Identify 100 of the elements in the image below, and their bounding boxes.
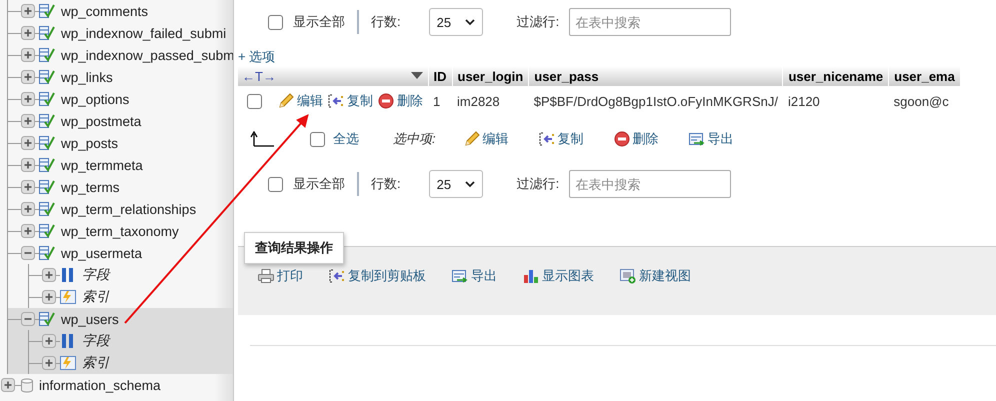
copy-link[interactable]: 复制: [538, 130, 584, 148]
checkbox[interactable]: [247, 94, 262, 108]
table-icon: [39, 311, 55, 327]
table-cell: 1: [428, 86, 452, 116]
table-name[interactable]: wp_postmeta: [61, 114, 142, 128]
table-name[interactable]: wp_comments: [61, 4, 148, 18]
expand-icon[interactable]: [21, 70, 35, 84]
expand-icon[interactable]: [21, 92, 35, 106]
copy-icon: [328, 93, 344, 109]
column-header[interactable]: ID: [428, 66, 452, 86]
export-link[interactable]: 导出: [688, 130, 734, 148]
tree-node[interactable]: wp_indexnow_failed_submi: [8, 22, 233, 44]
filter-label: 过滤行:: [516, 175, 560, 193]
delete-link[interactable]: 删除: [378, 92, 423, 110]
column-header[interactable]: user_pass: [528, 66, 783, 86]
table-name[interactable]: wp_term_taxonomy: [61, 224, 179, 238]
expand-icon[interactable]: [21, 26, 35, 40]
table-name[interactable]: wp_posts: [61, 136, 118, 150]
table-icon: [39, 223, 55, 239]
corner-arrow-icon: [250, 131, 274, 147]
options-link[interactable]: + 选项: [238, 48, 276, 64]
sort-icon[interactable]: [410, 72, 422, 80]
caret-icon: [464, 180, 475, 188]
tree-node[interactable]: wp_options: [8, 88, 233, 110]
table-icon: [39, 91, 55, 107]
table-name[interactable]: wp_term_relationships: [61, 202, 196, 216]
copy-icon: [329, 268, 345, 284]
expand-icon[interactable]: [21, 224, 35, 238]
delete-icon: [378, 93, 394, 109]
copy-link[interactable]: 复制到剪贴板: [329, 267, 426, 285]
export-icon: [452, 268, 468, 284]
expand-icon[interactable]: [42, 356, 56, 370]
new-view-icon: [620, 268, 636, 284]
tree-node[interactable]: wp_terms: [8, 176, 233, 198]
rows-select[interactable]: 25: [428, 8, 483, 36]
table-name[interactable]: wp_usermeta: [61, 246, 142, 260]
column-header[interactable]: user_nicename: [782, 66, 889, 86]
tree-item-label[interactable]: 字段: [82, 332, 110, 350]
search-field[interactable]: 在表中搜索: [569, 8, 732, 36]
expand-icon[interactable]: [21, 48, 35, 62]
tree-node[interactable]: wp_termmeta: [8, 154, 233, 176]
expand-icon[interactable]: [21, 180, 35, 194]
tree-item-label[interactable]: 索引: [82, 354, 110, 372]
bar-chart-icon: [523, 268, 539, 284]
select-all-label[interactable]: 全选: [333, 130, 359, 148]
view-link[interactable]: 新建视图: [620, 267, 691, 285]
expand-icon[interactable]: [21, 4, 35, 18]
tree-node[interactable]: wp_comments: [8, 0, 233, 22]
expand-icon[interactable]: [21, 158, 35, 172]
table-icon: [39, 201, 55, 217]
table-name[interactable]: wp_terms: [61, 180, 120, 194]
columns-icon: [60, 333, 76, 349]
columns-icon: [60, 267, 76, 283]
chart-link[interactable]: 显示图表: [523, 267, 594, 285]
copy-link[interactable]: 复制: [328, 92, 373, 110]
collapse-icon[interactable]: [21, 246, 35, 260]
table-name[interactable]: wp_indexnow_failed_submi: [61, 26, 226, 40]
collapse-icon[interactable]: [21, 312, 35, 326]
checkbox[interactable]: [310, 132, 325, 146]
expand-icon[interactable]: [21, 136, 35, 150]
show-all-label: 显示全部: [293, 175, 345, 193]
column-header[interactable]: user_ema: [888, 66, 960, 86]
tree-item-label[interactable]: 索引: [82, 288, 110, 306]
tree-node[interactable]: wp_term_relationships: [8, 198, 233, 220]
rows-label: 行数:: [371, 13, 401, 31]
expand-icon[interactable]: [21, 202, 35, 216]
tree-item-label[interactable]: 字段: [82, 266, 110, 284]
with-selected-label: 选中项:: [393, 130, 436, 148]
expand-icon[interactable]: [42, 290, 56, 304]
delete-link[interactable]: 删除: [614, 130, 659, 148]
table-name[interactable]: wp_options: [61, 92, 130, 106]
search-field[interactable]: 在表中搜索: [569, 170, 732, 198]
table-cell: i2120: [782, 86, 889, 116]
export-link[interactable]: 导出: [452, 267, 497, 285]
pencil-icon: [278, 93, 294, 109]
export-icon: [688, 131, 705, 147]
table-cell: $P$BF/DrdOg8Bgp1IstO.oFyInMKGRSnJ/: [528, 86, 783, 116]
expand-icon[interactable]: [42, 268, 56, 282]
edit-link[interactable]: 编辑: [464, 130, 509, 148]
table-icon: [39, 69, 55, 85]
checkbox[interactable]: [268, 176, 283, 192]
expand-icon[interactable]: [1, 378, 15, 392]
table-name[interactable]: wp_termmeta: [61, 158, 143, 172]
column-header[interactable]: user_login: [452, 66, 529, 86]
tree-node[interactable]: wp_links: [8, 66, 233, 88]
column-resize-control[interactable]: ←T→: [242, 68, 276, 84]
expand-icon[interactable]: [21, 114, 35, 128]
table-cell: im2828: [452, 86, 529, 116]
rows-select[interactable]: 25: [428, 170, 483, 198]
expand-icon[interactable]: [42, 334, 56, 348]
checkbox[interactable]: [268, 14, 283, 30]
print-link[interactable]: 打印: [258, 267, 303, 285]
tree-node[interactable]: wp_term_taxonomy: [8, 220, 233, 242]
edit-link[interactable]: 编辑: [278, 92, 323, 110]
database-name[interactable]: information_schema: [39, 378, 161, 392]
tree-node[interactable]: wp_postmeta: [8, 110, 233, 132]
table-name[interactable]: wp_links: [61, 70, 113, 84]
tree-node[interactable]: wp_posts: [8, 132, 233, 154]
rows-label: 行数:: [371, 175, 401, 193]
table-name[interactable]: wp_users: [61, 312, 119, 326]
